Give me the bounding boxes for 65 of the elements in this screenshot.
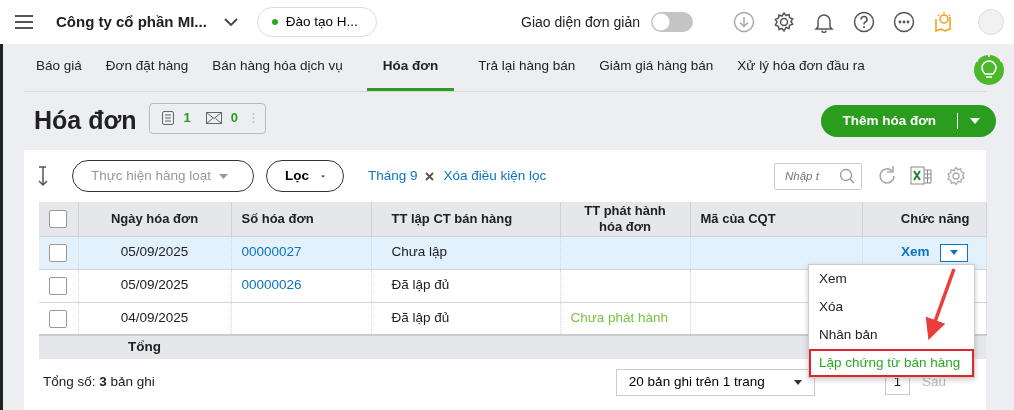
table-cell: Chưa phát hành [570,310,669,326]
total-label: Tổng [128,339,161,355]
table-cell: Chưa lập [391,244,448,260]
clear-filter-link[interactable]: Xóa điều kiện lọc [443,165,547,187]
invoice-number-link[interactable]: 00000026 [241,277,302,293]
menu-item[interactable]: Nhân bản [809,321,974,349]
download-icon[interactable] [733,11,755,33]
count: 0 [230,109,238,128]
checkbox[interactable] [49,209,68,228]
record-count: Tổng số: 3 bản ghi [43,372,155,391]
filter-dropdown[interactable]: Lọc [266,160,344,192]
settings-icon[interactable] [773,11,795,33]
search-icon[interactable] [839,167,855,184]
tab[interactable]: Giảm giá hàng bán [599,55,714,91]
column-header: TT phát hành hóa đơn [583,203,667,235]
document-icon [159,110,176,126]
mail-icon [204,110,223,126]
refresh-icon[interactable] [876,165,898,187]
caret-down-icon [219,173,229,179]
caret-down-icon [949,250,958,255]
menu-item[interactable]: Xóa [809,293,974,321]
lightbulb-icon[interactable] [972,54,1006,88]
branch-selector[interactable]: Đào tạo H... [256,7,377,37]
checkbox[interactable] [49,309,68,328]
tab[interactable]: Hóa đơn [366,55,455,91]
column-header: TT lập CT bán hàng [391,210,513,227]
more-vertical-icon[interactable] [251,112,255,124]
filter-tag: Tháng 9 [368,165,418,187]
column-header: Chức năng [900,210,970,227]
company-name[interactable]: Công ty cổ phần MI... [56,10,207,34]
toggle-label: Giao diện đơn giản [521,12,640,32]
column-header: Số hóa đơn [241,210,314,227]
column-header: Mã của CQT [700,210,776,227]
search-field[interactable]: Nhập t [774,162,862,190]
column-header: Ngày hóa đơn [110,210,199,227]
table-cell: 05/09/2025 [120,244,189,260]
table-cell: 04/09/2025 [120,310,189,326]
dropdown-button[interactable] [939,243,968,262]
checkbox[interactable] [49,243,68,262]
caret-down-icon [970,118,980,124]
invoice-number-link[interactable]: 00000027 [241,244,302,260]
tab[interactable]: Báo giá [36,55,82,91]
bell-icon[interactable] [813,11,835,33]
tab[interactable]: Đơn đặt hàng [105,55,189,91]
menu-icon[interactable] [14,14,34,30]
count: 1 [183,109,191,128]
caret-down-icon [793,379,802,385]
tab[interactable]: Xử lý hóa đơn đầu ra [737,55,865,91]
table-cell: Đã lập đủ [391,277,450,293]
excel-icon[interactable] [910,166,932,186]
close-icon[interactable] [424,171,434,181]
view-link[interactable]: Xem [900,242,930,263]
page-size-dropdown[interactable]: 20 bản ghi trên 1 trang [615,368,815,396]
toggle-switch[interactable] [650,11,694,33]
table-cell: Đã lập đủ [391,310,450,326]
tab[interactable]: Bán hàng hóa dịch vụ [212,55,343,91]
chevron-down-icon[interactable] [222,17,239,27]
checkbox[interactable] [49,276,68,295]
menu-item[interactable]: Xem [809,265,974,293]
more-icon[interactable] [893,11,915,33]
help-icon[interactable] [853,11,875,33]
tab[interactable]: Trả lại hàng bán [478,55,576,91]
table-cell: 05/09/2025 [120,277,189,293]
page-title: Hóa đơn [34,105,137,137]
add-invoice-button[interactable]: Thêm hóa đơn [821,105,996,137]
